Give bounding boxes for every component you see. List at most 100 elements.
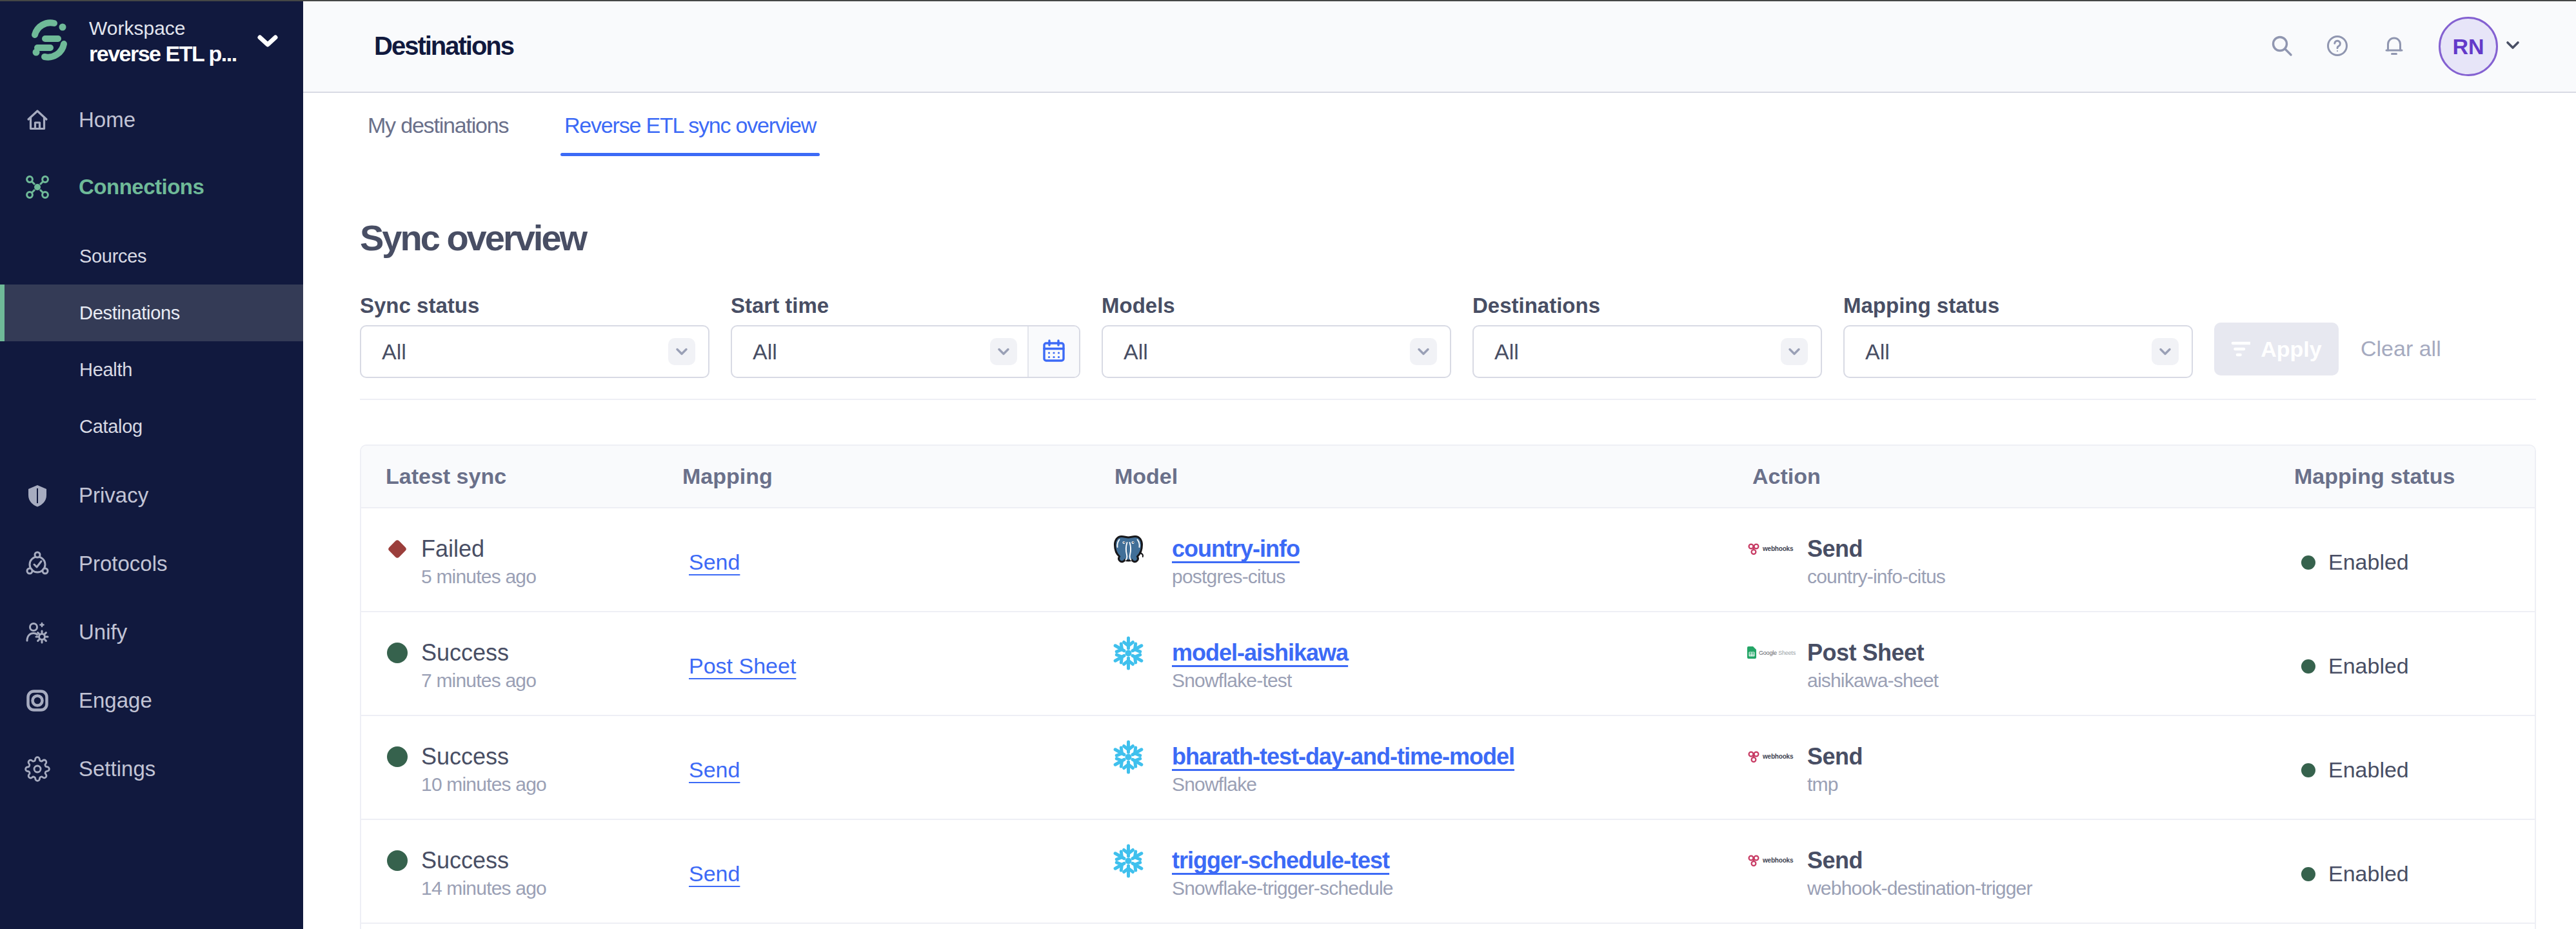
col-latest-sync: Latest sync [361,464,682,489]
sidebar-item-catalog[interactable]: Catalog [0,398,303,455]
sidebar-item-connections[interactable]: Connections [0,154,303,221]
main-content: My destinations Reverse ETL sync overvie… [303,94,2576,929]
snowflake-icon [1111,635,1146,671]
sidebar-item-engage[interactable]: Engage [0,666,303,735]
mapping-status-text: Enabled [2328,550,2409,575]
home-icon [25,107,50,133]
page-title: Destinations [374,0,513,92]
engage-icon [25,688,50,714]
success-status-icon [387,746,408,767]
action-target: webhook-destination-trigger [1807,875,2032,902]
chevron-down-icon [668,338,695,365]
tab-my-destinations[interactable]: My destinations [368,94,508,156]
sidebar-item-privacy[interactable]: Privacy [0,461,303,530]
model-source: postgres-citus [1172,563,1300,590]
connections-icon [25,174,50,200]
model-link[interactable]: country-info [1172,535,1300,562]
models-select[interactable]: All [1102,325,1451,378]
filters-bar: Sync status All Start time All [360,293,2576,378]
sync-table: Latest sync Mapping Model Action Mapping… [360,445,2536,929]
sync-status-text: Failed [421,535,536,563]
col-mapping: Mapping [682,464,1111,489]
tabs: My destinations Reverse ETL sync overvie… [303,94,2576,156]
apply-button[interactable]: Apply [2214,323,2339,375]
chevron-down-icon [2152,338,2179,365]
workspace-label: Workspace [89,17,186,39]
action-name: Send [1807,846,2032,875]
success-status-icon [387,850,408,871]
action-name: Send [1807,743,1863,771]
tab-reverse-etl-sync-overview[interactable]: Reverse ETL sync overview [560,94,820,156]
filter-funnel-icon [2231,340,2250,358]
sidebar-item-health[interactable]: Health [0,341,303,398]
avatar[interactable]: RN [2439,17,2498,76]
filter-sync-status: Sync status All [360,293,709,378]
sidebar-item-unify[interactable]: Unify [0,598,303,666]
table-row: Success 7 minutes ago Post Sheet [361,612,2535,716]
action-name: Send [1807,535,1945,563]
workspace-switcher[interactable]: Workspace reverse ETL p... [0,0,303,86]
search-icon[interactable] [2270,34,2294,57]
col-mapping-status: Mapping status [2294,464,2535,489]
sidebar: Workspace reverse ETL p... Home Connecti… [0,0,303,929]
model-source: Snowflake [1172,771,1514,798]
sidebar-item-destinations[interactable]: Destinations [0,285,303,341]
sync-status-select[interactable]: All [360,325,709,378]
table-row: Success 10 minutes ago Send [361,716,2535,820]
webhooks-logo: webhooks [1747,846,1781,875]
calendar-icon[interactable] [1027,326,1079,377]
table-header: Latest sync Mapping Model Action Mapping… [361,446,2535,508]
sync-time: 7 minutes ago [421,667,536,694]
google-sheets-logo: Google Sheets [1747,639,1781,667]
sync-time: 5 minutes ago [421,563,536,590]
enabled-dot-icon [2301,555,2315,570]
start-time-select[interactable]: All [731,325,1080,378]
sync-time: 14 minutes ago [421,875,546,902]
sync-status-text: Success [421,639,536,667]
avatar-initials: RN [2452,34,2484,59]
destinations-select[interactable]: All [1472,325,1822,378]
model-link[interactable]: model-aishikawa [1172,639,1348,666]
failed-status-icon [387,539,408,559]
sync-status-text: Success [421,846,546,875]
model-source: Snowflake-trigger-schedule [1172,875,1393,902]
account-chevron-down-icon[interactable] [2505,40,2521,50]
workspace-name: reverse ETL p... [89,41,237,66]
sidebar-item-protocols[interactable]: Protocols [0,530,303,598]
help-icon[interactable] [2326,34,2349,57]
col-model: Model [1111,464,1747,489]
mapping-status-select[interactable]: All [1843,325,2193,378]
notifications-bell-icon[interactable] [2383,34,2406,57]
shield-icon [25,483,50,508]
sync-time: 10 minutes ago [421,771,546,798]
action-name: Post Sheet [1807,639,1938,667]
filter-destinations: Destinations All [1472,293,1822,378]
mapping-link[interactable]: Send [689,757,740,782]
filter-start-time: Start time All [731,293,1080,378]
filters-divider [360,399,2536,400]
model-source: Snowflake-test [1172,667,1348,694]
clear-all-button[interactable]: Clear all [2361,336,2441,361]
filter-models: Models All [1102,293,1451,378]
gear-icon [25,756,50,782]
topbar: Destinations RN [303,0,2576,93]
col-action: Action [1747,464,2294,489]
webhooks-logo: webhooks [1747,743,1781,771]
rudderstack-logo-icon [27,18,71,62]
action-target: country-info-citus [1807,563,1945,590]
model-link[interactable]: bharath-test-day-and-time-model [1172,743,1514,770]
enabled-dot-icon [2301,659,2315,674]
webhooks-logo: webhooks [1747,535,1781,563]
chevron-down-icon [1781,338,1808,365]
sidebar-item-sources[interactable]: Sources [0,228,303,285]
mapping-link[interactable]: Send [689,861,740,886]
model-link[interactable]: trigger-schedule-test [1172,847,1389,874]
mapping-link[interactable]: Send [689,550,740,574]
table-row: Success 14 minutes ago Send [361,820,2535,924]
mapping-status-text: Enabled [2328,861,2409,886]
protocols-icon [25,551,50,577]
mapping-link[interactable]: Post Sheet [689,654,796,678]
enabled-dot-icon [2301,867,2315,881]
sidebar-item-home[interactable]: Home [0,86,303,154]
sidebar-item-settings[interactable]: Settings [0,735,303,803]
